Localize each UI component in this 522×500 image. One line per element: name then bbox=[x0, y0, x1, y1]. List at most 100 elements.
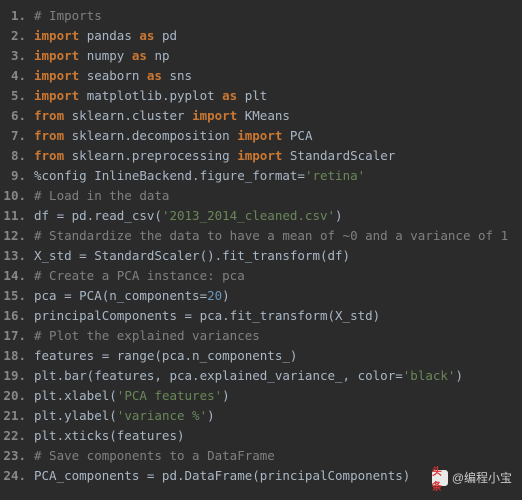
code-content[interactable]: # Create a PCA instance: pca bbox=[34, 266, 522, 286]
line-number: 21. bbox=[0, 406, 34, 426]
token-op bbox=[79, 28, 87, 43]
code-content[interactable]: import numpy as np bbox=[34, 46, 522, 66]
line-number: 16. bbox=[0, 306, 34, 326]
line-number: 13. bbox=[0, 246, 34, 266]
line-number: 11. bbox=[0, 206, 34, 226]
token-op bbox=[154, 28, 162, 43]
line-number: 9. bbox=[0, 166, 34, 186]
token-ident: pandas bbox=[87, 28, 132, 43]
code-content[interactable]: import pandas as pd bbox=[34, 26, 522, 46]
code-line[interactable]: 10.# Load in the data bbox=[0, 186, 522, 206]
code-line[interactable]: 19.plt.bar(features, pca.explained_varia… bbox=[0, 366, 522, 386]
code-content[interactable]: # Load in the data bbox=[34, 186, 522, 206]
token-op bbox=[162, 68, 170, 83]
code-content[interactable]: features = range(pca.n_components_) bbox=[34, 346, 522, 366]
token-string: '2013_2014_cleaned.csv' bbox=[162, 208, 335, 223]
token-ident: sns bbox=[170, 68, 193, 83]
token-ident: ) bbox=[455, 368, 463, 383]
code-content[interactable]: plt.ylabel('variance %') bbox=[34, 406, 522, 426]
code-line[interactable]: 22.plt.xticks(features) bbox=[0, 426, 522, 446]
line-number: 20. bbox=[0, 386, 34, 406]
token-ident: sklearn.decomposition bbox=[72, 128, 230, 143]
token-comment: # Plot the explained variances bbox=[34, 328, 260, 343]
token-ident: InlineBackend.figure_format= bbox=[94, 168, 305, 183]
code-content[interactable]: pca = PCA(n_components=20) bbox=[34, 286, 522, 306]
code-line[interactable]: 21.plt.ylabel('variance %') bbox=[0, 406, 522, 426]
code-line[interactable]: 11.df = pd.read_csv('2013_2014_cleaned.c… bbox=[0, 206, 522, 226]
line-number: 19. bbox=[0, 366, 34, 386]
code-content[interactable]: from sklearn.preprocessing import Standa… bbox=[34, 146, 522, 166]
token-ident: plt.xlabel( bbox=[34, 388, 117, 403]
token-ident: KMeans bbox=[245, 108, 290, 123]
code-line[interactable]: 12.# Standardize the data to have a mean… bbox=[0, 226, 522, 246]
code-line[interactable]: 8.from sklearn.preprocessing import Stan… bbox=[0, 146, 522, 166]
token-ident: pd bbox=[162, 28, 177, 43]
code-line[interactable]: 17.# Plot the explained variances bbox=[0, 326, 522, 346]
code-line[interactable]: 16.principalComponents = pca.fit_transfo… bbox=[0, 306, 522, 326]
token-ident: seaborn bbox=[87, 68, 140, 83]
line-number: 15. bbox=[0, 286, 34, 306]
code-line[interactable]: 14.# Create a PCA instance: pca bbox=[0, 266, 522, 286]
code-content[interactable]: principalComponents = pca.fit_transform(… bbox=[34, 306, 522, 326]
code-content[interactable]: # Plot the explained variances bbox=[34, 326, 522, 346]
code-content[interactable]: plt.bar(features, pca.explained_variance… bbox=[34, 366, 522, 386]
code-content[interactable]: # Save components to a DataFrame bbox=[34, 446, 522, 466]
token-magic: %config bbox=[34, 168, 87, 183]
token-keyword: as bbox=[222, 88, 237, 103]
code-line[interactable]: 18.features = range(pca.n_components_) bbox=[0, 346, 522, 366]
line-number: 17. bbox=[0, 326, 34, 346]
token-ident: sklearn.cluster bbox=[72, 108, 185, 123]
token-ident: sklearn.preprocessing bbox=[72, 148, 230, 163]
token-string: 'variance %' bbox=[117, 408, 207, 423]
code-editor[interactable]: 1.# Imports2.import pandas as pd3.import… bbox=[0, 0, 522, 492]
code-line[interactable]: 1.# Imports bbox=[0, 6, 522, 26]
token-ident: X_std = StandardScaler().fit_transform(d… bbox=[34, 248, 350, 263]
token-comment: # Save components to a DataFrame bbox=[34, 448, 275, 463]
token-number: 20 bbox=[207, 288, 222, 303]
token-ident: np bbox=[154, 48, 169, 63]
code-line[interactable]: 4.import seaborn as sns bbox=[0, 66, 522, 86]
token-keyword: import bbox=[34, 88, 79, 103]
token-op bbox=[237, 88, 245, 103]
token-op bbox=[64, 128, 72, 143]
code-content[interactable]: import matplotlib.pyplot as plt bbox=[34, 86, 522, 106]
line-number: 2. bbox=[0, 26, 34, 46]
token-ident: plt.xticks(features) bbox=[34, 428, 185, 443]
watermark: 头条 @编程小宝 bbox=[432, 469, 512, 486]
line-number: 3. bbox=[0, 46, 34, 66]
code-content[interactable]: # Standardize the data to have a mean of… bbox=[34, 226, 522, 246]
code-line[interactable]: 6.from sklearn.cluster import KMeans bbox=[0, 106, 522, 126]
token-ident: matplotlib.pyplot bbox=[87, 88, 215, 103]
line-number: 10. bbox=[0, 186, 34, 206]
code-content[interactable]: df = pd.read_csv('2013_2014_cleaned.csv'… bbox=[34, 206, 522, 226]
token-keyword: import bbox=[34, 28, 79, 43]
code-line[interactable]: 9.%config InlineBackend.figure_format='r… bbox=[0, 166, 522, 186]
token-comment: # Standardize the data to have a mean of… bbox=[34, 228, 508, 243]
code-content[interactable]: from sklearn.decomposition import PCA bbox=[34, 126, 522, 146]
line-number: 1. bbox=[0, 6, 34, 26]
token-keyword: as bbox=[147, 68, 162, 83]
token-ident: plt bbox=[245, 88, 268, 103]
token-keyword: from bbox=[34, 128, 64, 143]
token-op bbox=[79, 88, 87, 103]
code-content[interactable]: # Imports bbox=[34, 6, 522, 26]
code-line[interactable]: 5.import matplotlib.pyplot as plt bbox=[0, 86, 522, 106]
code-content[interactable]: from sklearn.cluster import KMeans bbox=[34, 106, 522, 126]
token-op bbox=[79, 48, 87, 63]
code-line[interactable]: 20.plt.xlabel('PCA features') bbox=[0, 386, 522, 406]
code-content[interactable]: plt.xlabel('PCA features') bbox=[34, 386, 522, 406]
code-line[interactable]: 3.import numpy as np bbox=[0, 46, 522, 66]
token-ident: StandardScaler bbox=[290, 148, 395, 163]
code-line[interactable]: 7.from sklearn.decomposition import PCA bbox=[0, 126, 522, 146]
token-ident: PCA_components = pd.DataFrame(principalC… bbox=[34, 468, 410, 483]
code-content[interactable]: X_std = StandardScaler().fit_transform(d… bbox=[34, 246, 522, 266]
code-content[interactable]: %config InlineBackend.figure_format='ret… bbox=[34, 166, 522, 186]
code-content[interactable]: plt.xticks(features) bbox=[34, 426, 522, 446]
code-line[interactable]: 15.pca = PCA(n_components=20) bbox=[0, 286, 522, 306]
token-ident: plt.ylabel( bbox=[34, 408, 117, 423]
token-op bbox=[282, 148, 290, 163]
code-content[interactable]: import seaborn as sns bbox=[34, 66, 522, 86]
code-line[interactable]: 13.X_std = StandardScaler().fit_transfor… bbox=[0, 246, 522, 266]
code-line[interactable]: 2.import pandas as pd bbox=[0, 26, 522, 46]
watermark-label: @编程小宝 bbox=[452, 469, 512, 486]
